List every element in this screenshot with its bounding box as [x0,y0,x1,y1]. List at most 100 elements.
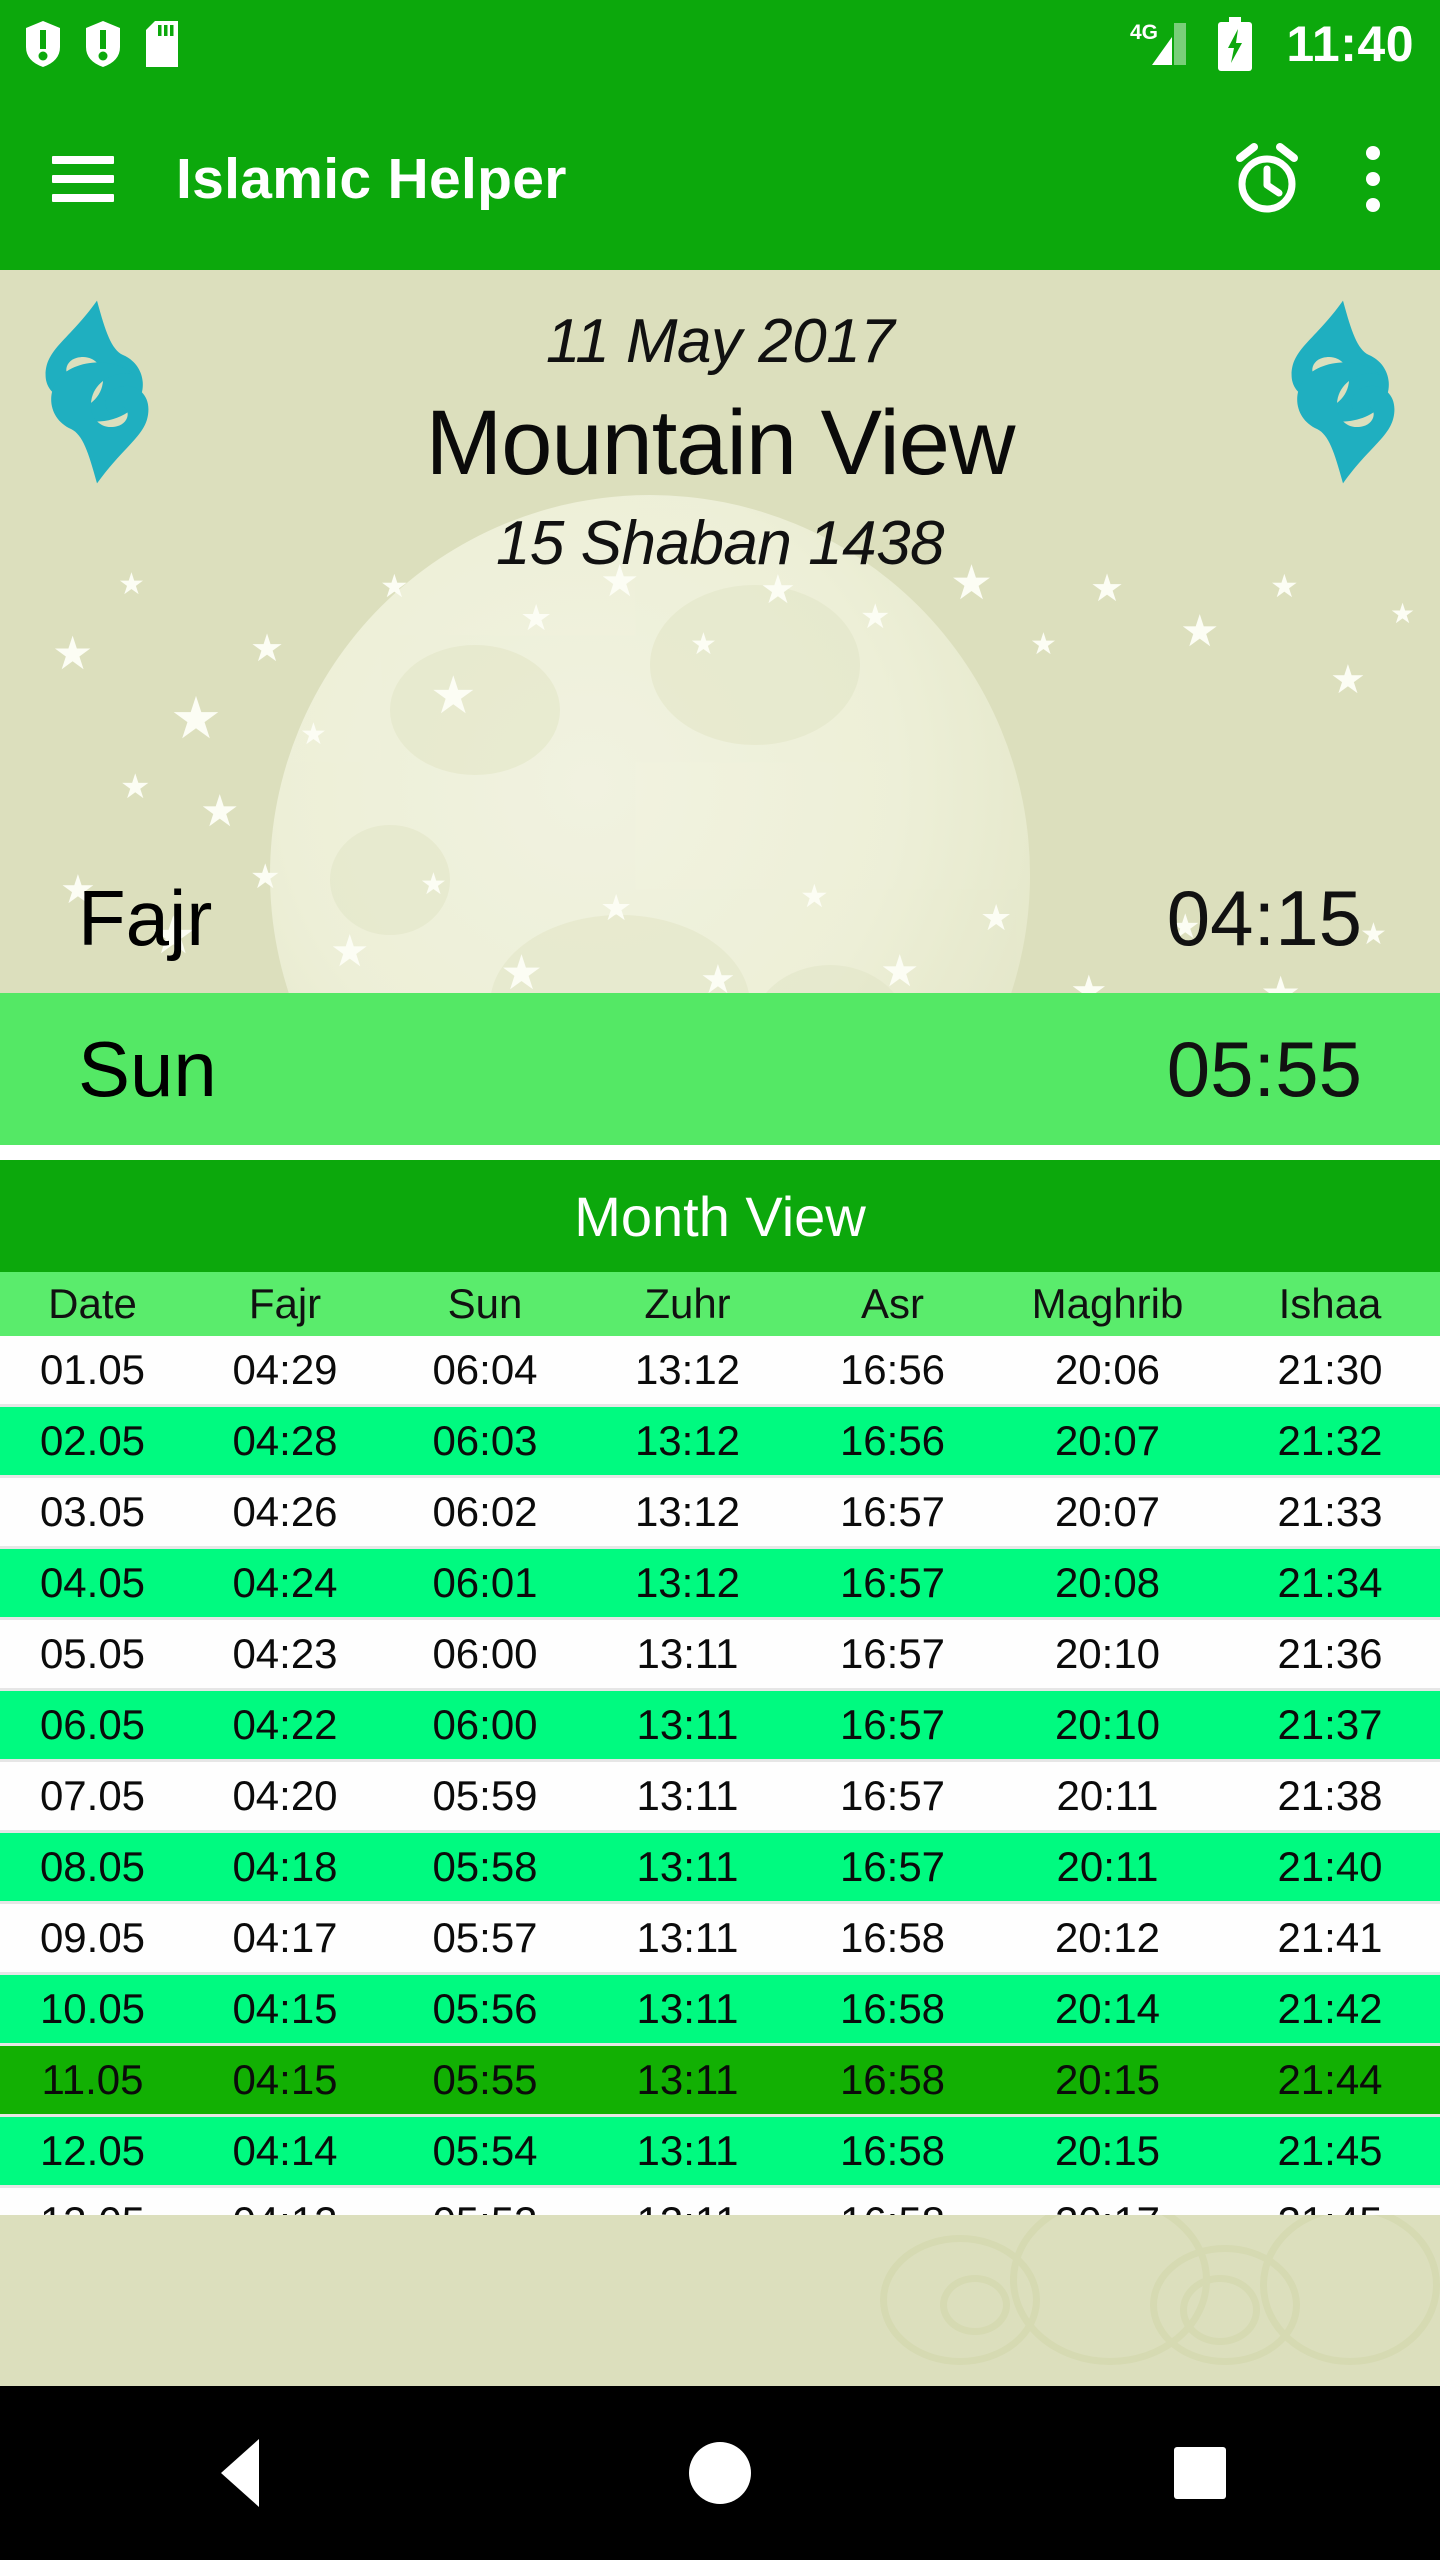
table-body: 01.05 04:29 06:04 13:12 16:56 20:06 21:30 02.05… [0,1336,1440,2215]
table-row[interactable]: 08.05 04:18 05:58 13:11 16:57 20:11 21:40 [0,1833,1440,1904]
table-cell: 13:11 [636,1985,739,2032]
table-cell: 05.05 [39,1630,146,1677]
table-cell: 21:33 [1277,1488,1383,1535]
back-button[interactable] [180,2413,300,2533]
prayer-time: 04:15 [1166,873,1362,962]
table-row[interactable]: 06.05 04:22 06:00 13:11 16:57 20:10 21:37 [0,1691,1440,1762]
warning-shield-icon [86,21,120,67]
table-cell: 16:57 [839,1630,946,1677]
table-cell: 12.05 [39,2127,146,2174]
table-cell: 21:36 [1277,1630,1383,1677]
prayer-time: 05:55 [1166,1024,1362,1113]
hamburger-menu-icon[interactable] [52,156,114,202]
table-column-header: Date [48,1280,137,1327]
table-cell: 21:37 [1277,1701,1383,1748]
table-cell: 04:22 [232,1701,338,1748]
table-cell: 21:38 [1277,1772,1383,1819]
table-cell: 20:12 [1054,1914,1161,1961]
city-name: Mountain View [425,392,1016,494]
month-prayer-table[interactable]: Date Fajr Sun Zuhr Asr Maghrib Ishaa 01.05 04:2… [0,1272,1440,2215]
header-text-block: 11 May 2017 Mountain View 15 Shaban 1438 [0,270,1440,579]
table-cell: 05:58 [432,1843,538,1890]
table-cell: 20:14 [1054,1985,1161,2032]
prayer-time-row[interactable]: Sun 05:55 [0,993,1440,1145]
table-cell: 06.05 [39,1701,146,1748]
table-cell: 04:15 [232,1985,338,2032]
table-row[interactable]: 13.0504:1205:5313:1116:5820:1721:45 [0,2188,1440,2215]
table-cell: 01.05 [39,1346,146,1393]
table-cell: 13.05 [0,2198,185,2215]
table-cell: 21:32 [1277,1417,1383,1464]
table-cell: 13:12 [634,1488,741,1535]
table-cell: 16:58 [839,2127,946,2174]
table-cell: 05:54 [432,2127,538,2174]
prayer-time-row[interactable]: Fajr 04:15 [0,843,1440,993]
hijri-date: 15 Shaban 1438 [495,509,945,578]
table-cell: 04:14 [232,2127,338,2174]
home-button[interactable] [660,2413,780,2533]
table-cell: 04:15 [232,2056,338,2103]
prayer-name: Sun [78,1024,217,1113]
table-row[interactable]: 07.05 04:20 05:59 13:11 16:57 20:11 21:38 [0,1762,1440,1833]
table-cell: 20:15 [1054,2127,1161,2174]
table-cell: 10.05 [39,1985,146,2032]
table-cell: 13:11 [636,1843,739,1890]
table-cell: 21:41 [1277,1914,1383,1961]
table-cell: 04:29 [232,1346,338,1393]
table-cell: 16:57 [839,1843,946,1890]
table-cell: 13:12 [634,1417,741,1464]
table-cell: 04:23 [232,1630,338,1677]
table-column-header: Ishaa [1278,1280,1382,1327]
table-cell: 16:57 [839,1488,946,1535]
table-cell: 06:03 [432,1417,538,1464]
battery-charging-icon [1218,17,1253,71]
table-cell: 13:11 [636,2127,739,2174]
table-cell: 08.05 [39,1843,146,1890]
table-cell: 13:11 [636,1701,739,1748]
recents-button[interactable] [1140,2413,1260,2533]
android-navigation-bar [0,2386,1440,2560]
table-column-header: Sun [447,1280,523,1327]
table-row[interactable]: 03.05 04:26 06:02 13:12 16:57 20:07 21:33 [0,1478,1440,1549]
table-row[interactable]: 05.05 04:23 06:00 13:11 16:57 20:10 21:36 [0,1620,1440,1691]
app-bar: Islamic Helper [0,88,1440,270]
overflow-menu-icon[interactable] [1366,146,1380,212]
month-view-header[interactable]: Month View [0,1160,1440,1272]
table-cell: 20:07 [1054,1417,1161,1464]
table-row[interactable]: 02.05 04:28 06:03 13:12 16:56 20:07 21:32 [0,1407,1440,1478]
table-cell: 02.05 [39,1417,146,1464]
table-column-header: Maghrib [1031,1280,1184,1327]
status-bar-clock: 11:40 [1286,16,1414,72]
table-cell: 20:10 [1054,1701,1161,1748]
table-cell: 11.05 [41,2056,144,2103]
table-cell: 05:53 [385,2198,585,2215]
table-row[interactable]: 09.05 04:17 05:57 13:11 16:58 20:12 21:41 [0,1904,1440,1975]
table-cell: 04.05 [39,1559,146,1606]
table-cell: 05:59 [432,1772,538,1819]
table-cell: 16:58 [839,1985,946,2032]
recents-square-icon [1174,2447,1226,2499]
table-cell: 21:42 [1277,1985,1383,2032]
table-row[interactable]: 04.05 04:24 06:01 13:12 16:57 20:08 21:34 [0,1549,1440,1620]
signal-4g-icon: 4G [1130,21,1187,65]
table-column-header: Fajr [248,1280,322,1327]
table-cell: 21:44 [1277,2056,1383,2103]
table-cell: 13:11 [636,1914,739,1961]
home-circle-icon [689,2442,751,2504]
alarm-clock-icon[interactable] [1230,141,1304,217]
table-cell: 06:01 [432,1559,538,1606]
table-row[interactable]: 11.05 04:15 05:55 13:11 16:58 20:15 21:44 [0,2046,1440,2117]
table-cell: 07.05 [39,1772,146,1819]
table-cell: 13:11 [636,2056,739,2103]
table-cell: 05:56 [432,1985,538,2032]
table-cell: 16:57 [839,1701,946,1748]
table-cell: 04:24 [232,1559,338,1606]
table-cell: 21:30 [1277,1346,1383,1393]
table-row[interactable]: 12.05 04:14 05:54 13:11 16:58 20:15 21:45 [0,2117,1440,2188]
table-row[interactable]: 01.05 04:29 06:04 13:12 16:56 20:06 21:30 [0,1336,1440,1407]
table-cell: 06:00 [432,1630,538,1677]
table-cell: 13:12 [634,1346,741,1393]
table-cell: 13:12 [634,1559,741,1606]
table-row[interactable]: 10.05 04:15 05:56 13:11 16:58 20:14 21:42 [0,1975,1440,2046]
app-screen: 4G 11:40 Islamic Helper ★ ★ ★ ★ ★ ★ ★ ★ … [0,0,1440,2560]
